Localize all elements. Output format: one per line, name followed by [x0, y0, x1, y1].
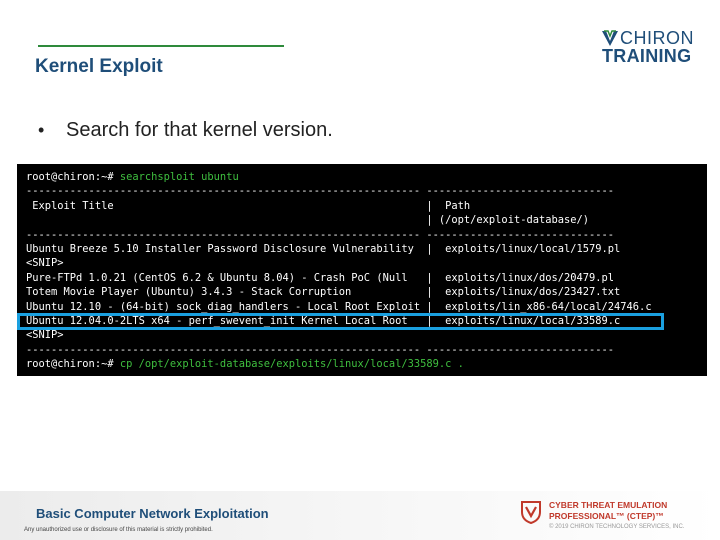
terminal-line: root@chiron:~# searchsploit ubuntu	[17, 170, 707, 184]
highlight-box	[17, 313, 664, 330]
slide-title: Kernel Exploit	[35, 56, 163, 77]
terminal-line: Ubuntu Breeze 5.10 Installer Password Di…	[26, 242, 621, 255]
terminal-line: <SNIP>	[26, 329, 64, 342]
terminal-line: Ubuntu 12.10 - (64-bit) sock_diag_handle…	[26, 300, 652, 313]
bullet-dot-icon: •	[38, 120, 45, 140]
terminal-line: Totem Movie Player (Ubuntu) 3.4.3 - Stac…	[26, 286, 621, 299]
footer: Basic Computer Network Exploitation Any …	[0, 491, 720, 540]
ctep-shield-icon	[521, 501, 541, 524]
footer-legal-notice: Any unauthorized use or disclosure of th…	[24, 527, 213, 533]
bullet-text: Search for that kernel version.	[66, 119, 333, 141]
chiron-logo-icon	[602, 30, 618, 46]
chiron-logo: CHIRON TRAINING	[598, 28, 694, 68]
title-rule	[38, 45, 284, 47]
terminal-line: Exploit Title | Path	[26, 199, 471, 212]
cert-title-line2: PROFESSIONAL™ (CTEP)™	[549, 511, 664, 521]
terminal-line: ----------------------------------------…	[26, 343, 615, 356]
footer-course-title: Basic Computer Network Exploitation	[36, 506, 269, 521]
terminal-line: ----------------------------------------…	[26, 185, 615, 198]
terminal-prompt: root@chiron:~#	[26, 171, 120, 183]
terminal-line: | (/opt/exploit-database/)	[26, 214, 590, 227]
terminal-command: cp /opt/exploit-database/exploits/linux/…	[119, 358, 464, 371]
cert-title-line1: CYBER THREAT EMULATION	[549, 500, 668, 510]
terminal-window: root@chiron:~# searchsploit ubuntu ------…	[17, 164, 707, 376]
terminal-prompt: root@chiron:~#	[26, 358, 120, 371]
terminal-line: root@chiron:~# cp /opt/exploit-database/…	[17, 357, 707, 371]
terminal-line: <SNIP>	[26, 257, 64, 270]
terminal-line: Pure-FTPd 1.0.21 (CentOS 6.2 & Ubuntu 8.…	[26, 271, 615, 284]
copyright-text: © 2019 CHIRON TECHNOLOGY SERVICES, INC.	[549, 524, 685, 530]
terminal-line: ----------------------------------------…	[26, 228, 615, 241]
terminal-command: searchsploit ubuntu	[119, 171, 239, 183]
bullet-item: • Search for that kernel version.	[38, 119, 333, 142]
logo-text-training: TRAINING	[602, 46, 692, 66]
